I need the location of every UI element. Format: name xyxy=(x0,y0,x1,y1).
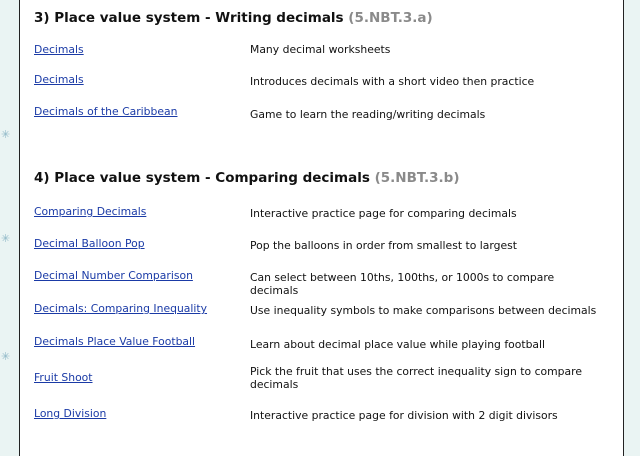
left-background-strip: ✳ ✳ ✳ xyxy=(0,0,20,456)
snowflake-icon: ✳ xyxy=(1,232,11,245)
resource-link[interactable]: Decimals xyxy=(34,73,84,86)
section-title-text: 4) Place value system - Comparing decima… xyxy=(34,170,370,186)
snowflake-icon: ✳ xyxy=(1,128,11,141)
section-heading: 3) Place value system - Writing decimals… xyxy=(34,10,433,26)
resource-description: Learn about decimal place value while pl… xyxy=(250,338,546,351)
standard-code: (5.NBT.3.b) xyxy=(374,170,460,186)
resource-description: Pop the balloons in order from smallest … xyxy=(250,239,517,252)
resource-link[interactable]: Decimals Place Value Football xyxy=(34,335,195,348)
resource-link[interactable]: Decimals of the Caribbean xyxy=(34,105,177,118)
resource-link[interactable]: Fruit Shoot xyxy=(34,371,93,384)
resource-link[interactable]: Comparing Decimals xyxy=(34,205,146,218)
resource-description: Many decimal worksheets xyxy=(250,43,391,56)
resource-description: Can select between 10ths, 100ths, or 100… xyxy=(250,271,555,297)
resource-link[interactable]: Decimals xyxy=(34,43,84,56)
resource-link[interactable]: Decimals: Comparing Inequality xyxy=(34,302,207,315)
content-panel: 3) Place value system - Writing decimals… xyxy=(19,0,624,456)
snowflake-icon: ✳ xyxy=(1,350,11,363)
standard-code: (5.NBT.3.a) xyxy=(348,10,433,26)
section-title-text: 3) Place value system - Writing decimals xyxy=(34,10,344,26)
resource-description: Interactive practice page for comparing … xyxy=(250,207,517,220)
resource-description: Game to learn the reading/writing decima… xyxy=(250,108,486,121)
resource-link[interactable]: Long Division xyxy=(34,407,106,420)
resource-description: Use inequality symbols to make compariso… xyxy=(250,304,597,317)
resource-description: Pick the fruit that uses the correct ine… xyxy=(250,365,582,391)
resource-description: Interactive practice page for division w… xyxy=(250,409,558,422)
resource-description: Introduces decimals with a short video t… xyxy=(250,75,535,88)
resource-link[interactable]: Decimal Balloon Pop xyxy=(34,237,145,250)
resource-link[interactable]: Decimal Number Comparison xyxy=(34,269,193,282)
section-heading: 4) Place value system - Comparing decima… xyxy=(34,170,460,186)
